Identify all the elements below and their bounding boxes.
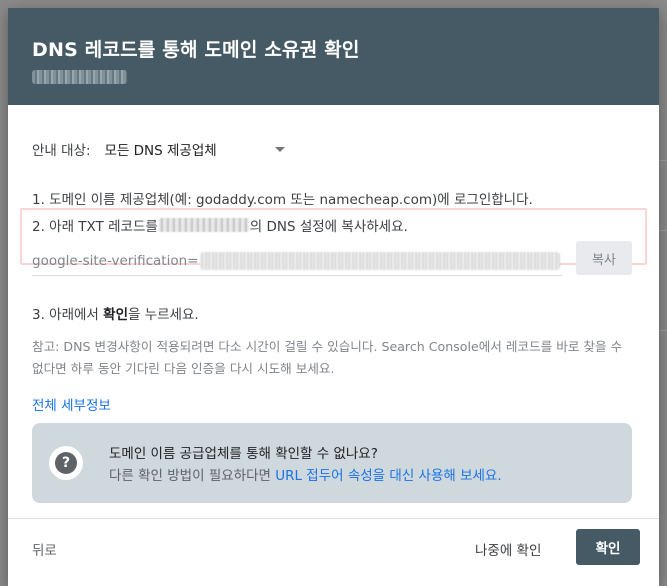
verify-button[interactable]: 확인 bbox=[576, 529, 640, 565]
verify-later-button[interactable]: 나중에 확인 bbox=[475, 539, 541, 559]
help-callout: ? 도메인 이름 공급업체를 통해 확인할 수 없나요? 다른 확인 방법이 필… bbox=[32, 423, 632, 503]
dns-note: 참고: DNS 변경사항이 적용되려면 다소 시간이 걸릴 수 있습니다. Se… bbox=[32, 339, 623, 376]
dialog-footer: 뒤로 나중에 확인 확인 bbox=[8, 518, 659, 586]
redacted-verification-token bbox=[200, 252, 561, 270]
verify-domain-dialog: DNS 레코드를 통해 도메인 소유권 확인 안내 대상: 모든 DNS 제공업… bbox=[8, 8, 659, 586]
redacted-domain-inline bbox=[158, 218, 249, 232]
dialog-header: DNS 레코드를 통해 도메인 소유권 확인 bbox=[8, 8, 659, 105]
instruction-target-row: 안내 대상: 모든 DNS 제공업체 bbox=[32, 139, 289, 159]
step-2-text: 2. 아래 TXT 레코드를 의 DNS 설정에 복사하세요. bbox=[32, 215, 408, 235]
back-button[interactable]: 뒤로 bbox=[32, 539, 57, 559]
provider-select-value: 모든 DNS 제공업체 bbox=[104, 143, 217, 159]
provider-select[interactable]: 모든 DNS 제공업체 bbox=[105, 139, 289, 159]
copy-button[interactable]: 복사 bbox=[576, 241, 632, 275]
step-3-suffix: 을 누르세요. bbox=[128, 307, 199, 323]
instruction-target-label: 안내 대상: bbox=[32, 143, 91, 159]
step-2-suffix: 의 DNS 설정에 복사하세요. bbox=[249, 219, 408, 235]
step-2-prefix: 2. 아래 TXT 레코드를 bbox=[32, 219, 158, 235]
step-3-text: 3. 아래에서 확인을 누르세요. bbox=[32, 303, 199, 323]
help-text-prefix: 다른 확인 방법이 필요하다면 bbox=[109, 468, 276, 484]
step-3-prefix: 3. 아래에서 bbox=[32, 307, 104, 323]
txt-record-underline bbox=[32, 275, 562, 276]
help-title: 도메인 이름 공급업체를 통해 확인할 수 없나요? bbox=[109, 446, 378, 462]
step-3-bold: 확인 bbox=[103, 307, 128, 323]
full-details-link[interactable]: 전체 세부정보 bbox=[32, 394, 111, 414]
help-question-icon: ? bbox=[49, 446, 83, 480]
url-prefix-property-link[interactable]: URL 접두어 속성을 대신 사용해 보세요. bbox=[275, 468, 501, 484]
dropdown-caret-icon bbox=[274, 146, 285, 152]
txt-record-prefix: google-site-verification= bbox=[32, 253, 199, 269]
help-text: 다른 확인 방법이 필요하다면 URL 접두어 속성을 대신 사용해 보세요. bbox=[109, 464, 502, 484]
step-1-text: 1. 도메인 이름 제공업체(예: godaddy.com 또는 nameche… bbox=[32, 192, 533, 208]
dialog-title: DNS 레코드를 통해 도메인 소유권 확인 bbox=[32, 39, 360, 61]
txt-record-field[interactable]: google-site-verification= bbox=[32, 250, 562, 272]
dialog-body: 안내 대상: 모든 DNS 제공업체 1. 도메인 이름 제공업체(예: god… bbox=[8, 105, 659, 515]
redacted-domain bbox=[32, 70, 127, 84]
